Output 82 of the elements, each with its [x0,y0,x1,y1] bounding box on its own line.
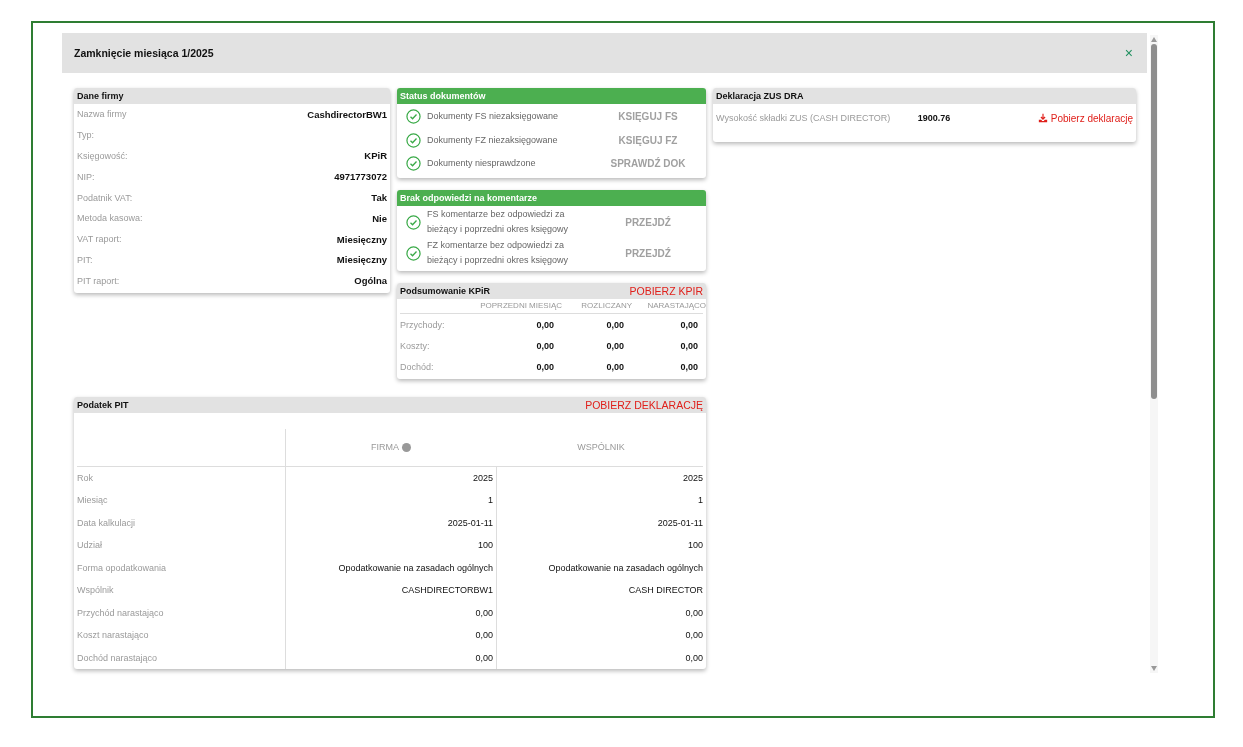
card-title: Brak odpowiedzi na komentarze [400,192,538,203]
field-label: PIT: [77,254,93,265]
row-label: Przychód narastająco [77,606,165,620]
column-header: FIRMA [285,428,496,466]
scrollbar[interactable] [1150,35,1158,673]
row-label: Udział [77,539,103,553]
field-value: KPiR [364,150,387,162]
download-link[interactable]: POBIERZ DEKLARACJĘ [585,398,703,411]
close-button[interactable]: × [1122,46,1135,60]
field-value: CashdirectorBW1 [307,108,387,120]
table-cell-text: 0,00 [535,320,555,330]
table-cell: 2025 [285,466,496,489]
table-cell-text: 0,00 [679,320,699,330]
field-label: PIT raport: [77,275,120,286]
table-cell: 0,00 [285,646,496,669]
table-cell: Opodatkowanie na zasadach ogólnych [285,556,496,579]
table-cell-text: 0,00 [605,320,625,330]
card-title: Deklaracja ZUS DRA [716,91,804,101]
card-title: Podatek PIT [77,399,129,410]
row-label: Koszty: [400,341,431,351]
table-cell: 2025 [496,466,706,489]
card-title: Podsumowanie KPiR [400,285,490,296]
table-cell: 1 [285,489,496,512]
field-label: NIP: [77,171,95,182]
row-label: Koszt narastająco [77,629,150,643]
field-value: Nie [372,212,387,224]
status-text: Dokumenty FZ niezaksięgowane [427,133,559,147]
table-cell-text: 0,00 [535,362,555,372]
status-text: FZ komentarze bez odpowiedzi za bieżący i poprzedni okres księgowy [427,239,570,267]
table-cell-text: 0,00 [679,362,699,372]
row-label: Forma opodatkowania [77,561,168,575]
table-cell: 1 [496,489,706,512]
info-icon [402,442,411,452]
table-cell: 2025-01-11 [285,511,496,534]
field-value: Miesięczny [336,233,387,245]
download-link[interactable]: POBIERZ KPIR [629,284,703,297]
field-label: Podatnik VAT: [77,192,133,203]
column-header: ROZLICZANY [580,301,632,310]
column-header: WSPÓLNIK [576,441,626,454]
table-cell: 0,00 [285,624,496,647]
card-title: Status dokumentów [400,91,486,101]
row-label: Przychody: [400,320,446,330]
field-value: 4971773072 [334,171,387,183]
table-cell-text: 0,00 [679,341,699,351]
field-label: Typ: [77,130,94,141]
table-cell: 100 [496,534,706,557]
row-label: Rok [77,471,94,485]
column-header: NARASTAJĄCO [646,301,706,310]
table-cell: Opodatkowanie na zasadach ogólnych [496,556,706,579]
field-label: Wysokość składki ZUS (CASH DIRECTOR) [716,113,892,123]
table-cell-text: 0,00 [535,341,555,351]
table-cell-text: 0,00 [605,362,625,372]
table-cell: 2025-01-11 [496,511,706,534]
table-cell: 0,00 [496,646,706,669]
field-label: Metoda kasowa: [77,213,143,224]
field-label: VAT raport: [77,234,122,245]
download-link[interactable]: Pobierz deklarację [1037,112,1133,124]
row-label: Dochód: [400,362,435,372]
table-cell: 0,00 [285,601,496,624]
column-header: POPRZEDNI MIESIĄC [479,301,562,310]
amount-value: 1900.76 [917,113,952,123]
row-label: Data kalkulacji [77,516,137,530]
table-cell: 100 [285,534,496,557]
field-label: Księgowość: [77,151,128,161]
status-text: Dokumenty niesprawdzone [427,157,537,171]
field-value: Ogólna [354,275,387,287]
status-text: FS komentarze bez odpowiedzi za bieżący i poprzedni okres księgowy [427,208,570,236]
table-cell: CASHDIRECTORBW1 [285,579,496,602]
field-label: Nazwa firmy [77,109,127,120]
field-value: Tak [371,192,387,204]
status-text: Dokumenty FS niezaksięgowane [427,110,560,124]
field-value: Miesięczny [336,254,387,266]
row-label: Dochód narastająco [77,651,159,665]
table-cell: CASH DIRECTOR [496,579,706,602]
table-cell: 0,00 [496,624,706,647]
download-icon [1037,113,1048,123]
card-title: Dane firmy [77,91,124,101]
window-title: Zamknięcie miesiąca 1/2025 [74,47,214,59]
table-cell-text: 0,00 [605,341,625,351]
table-cell: 0,00 [496,601,706,624]
row-label: Miesiąc [77,494,109,508]
row-label: Wspólnik [77,584,115,598]
